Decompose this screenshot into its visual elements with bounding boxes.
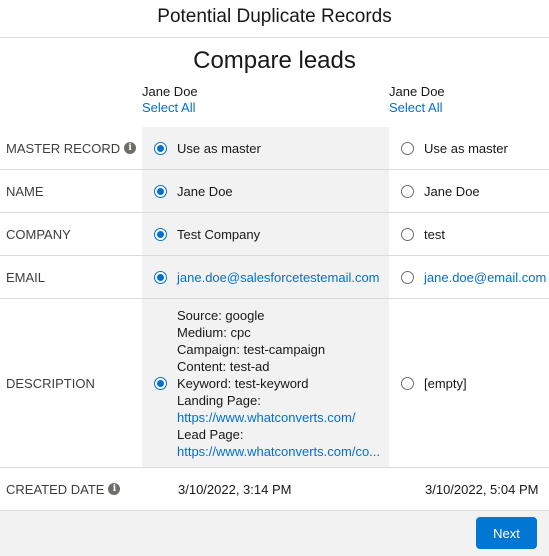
email-radio-1[interactable] — [154, 270, 167, 284]
info-icon[interactable]: i — [108, 483, 121, 495]
created-date-label: CREATED DATE — [6, 481, 105, 497]
master-record-radio-2[interactable] — [401, 141, 414, 155]
lead-page-link[interactable]: https://www.whatconverts.com/co... — [177, 443, 387, 460]
description-line: Medium: cpc — [177, 324, 251, 340]
record-1-select-all-link[interactable]: Select All — [142, 100, 198, 116]
description-cell-2: [empty] — [389, 299, 549, 467]
master-record-value-2: Use as master — [424, 140, 508, 156]
name-radio-2[interactable] — [401, 184, 414, 198]
description-value-1: Source: google Medium: cpc Campaign: tes… — [177, 302, 387, 465]
row-master-record: MASTER RECORD i Use as master Use as mas… — [0, 127, 549, 170]
email-link-1[interactable]: jane.doe@salesforcetestemail.com — [177, 270, 380, 285]
row-label: CREATED DATE i — [6, 468, 121, 510]
description-line: Content: test-ad — [177, 358, 270, 374]
description-line: Campaign: test-campaign — [177, 341, 326, 357]
description-line: Landing Page: — [177, 392, 261, 408]
name-radio-1[interactable] — [154, 184, 167, 198]
description-radio-2[interactable] — [401, 376, 414, 390]
record-2-name: Jane Doe — [389, 84, 445, 99]
master-record-label: MASTER RECORD — [6, 140, 121, 156]
description-line: Lead Page: — [177, 426, 244, 442]
row-created-date: CREATED DATE i 3/10/2022, 3:14 PM 3/10/2… — [0, 468, 549, 510]
company-value-1: Test Company — [177, 226, 261, 242]
modal-header: Potential Duplicate Records — [0, 0, 549, 38]
record-1-name: Jane Doe — [142, 84, 198, 99]
row-name: NAME Jane Doe Jane Doe — [0, 170, 549, 213]
company-radio-2[interactable] — [401, 227, 414, 241]
record-1-header: Jane Doe Select All — [142, 84, 198, 116]
record-2-select-all-link[interactable]: Select All — [389, 100, 445, 116]
description-line: Keyword: test-keyword — [177, 375, 309, 391]
info-icon[interactable]: i — [124, 142, 137, 154]
description-cell-1: Source: google Medium: cpc Campaign: tes… — [142, 299, 389, 467]
master-record-radio-1[interactable] — [154, 141, 167, 155]
row-description: DESCRIPTION Source: google Medium: cpc C… — [0, 299, 549, 468]
page-subtitle: Compare leads — [193, 47, 356, 74]
modal-title: Potential Duplicate Records — [157, 6, 392, 27]
description-radio-1[interactable] — [154, 376, 167, 390]
master-record-cell-1: Use as master — [142, 127, 389, 169]
description-line: Source: google — [177, 307, 265, 323]
name-cell-1: Jane Doe — [142, 170, 389, 212]
email-cell-2: jane.doe@email.com — [389, 256, 549, 298]
company-cell-2: test — [389, 213, 549, 255]
created-date-value-2: 3/10/2022, 5:04 PM — [425, 481, 539, 497]
email-cell-1: jane.doe@salesforcetestemail.com — [142, 256, 389, 298]
landing-page-link[interactable]: https://www.whatconverts.com/ — [177, 409, 387, 426]
email-radio-2[interactable] — [401, 270, 414, 284]
created-date-value-1: 3/10/2022, 3:14 PM — [178, 481, 292, 497]
description-value-2: [empty] — [424, 375, 467, 391]
name-value-2: Jane Doe — [424, 183, 480, 199]
master-record-value-1: Use as master — [177, 140, 261, 156]
description-label: DESCRIPTION — [6, 375, 95, 391]
company-value-2: test — [424, 226, 445, 242]
master-record-cell-2: Use as master — [389, 127, 549, 169]
name-cell-2: Jane Doe — [389, 170, 549, 212]
company-label: COMPANY — [6, 226, 71, 242]
modal-footer: Next — [0, 510, 549, 556]
row-label: NAME — [6, 170, 44, 212]
email-label: EMAIL — [6, 269, 46, 285]
record-2-header: Jane Doe Select All — [389, 84, 445, 116]
name-value-1: Jane Doe — [177, 183, 233, 199]
name-label: NAME — [6, 183, 44, 199]
company-radio-1[interactable] — [154, 227, 167, 241]
compare-table: MASTER RECORD i Use as master Use as mas… — [0, 127, 549, 510]
next-button[interactable]: Next — [476, 517, 537, 549]
company-cell-1: Test Company — [142, 213, 389, 255]
row-label: COMPANY — [6, 213, 71, 255]
row-email: EMAIL jane.doe@salesforcetestemail.com j… — [0, 256, 549, 299]
row-label: DESCRIPTION — [6, 299, 95, 467]
row-company: COMPANY Test Company test — [0, 213, 549, 256]
row-label: MASTER RECORD i — [6, 127, 137, 169]
row-label: EMAIL — [6, 256, 45, 298]
email-link-2[interactable]: jane.doe@email.com — [424, 270, 546, 285]
